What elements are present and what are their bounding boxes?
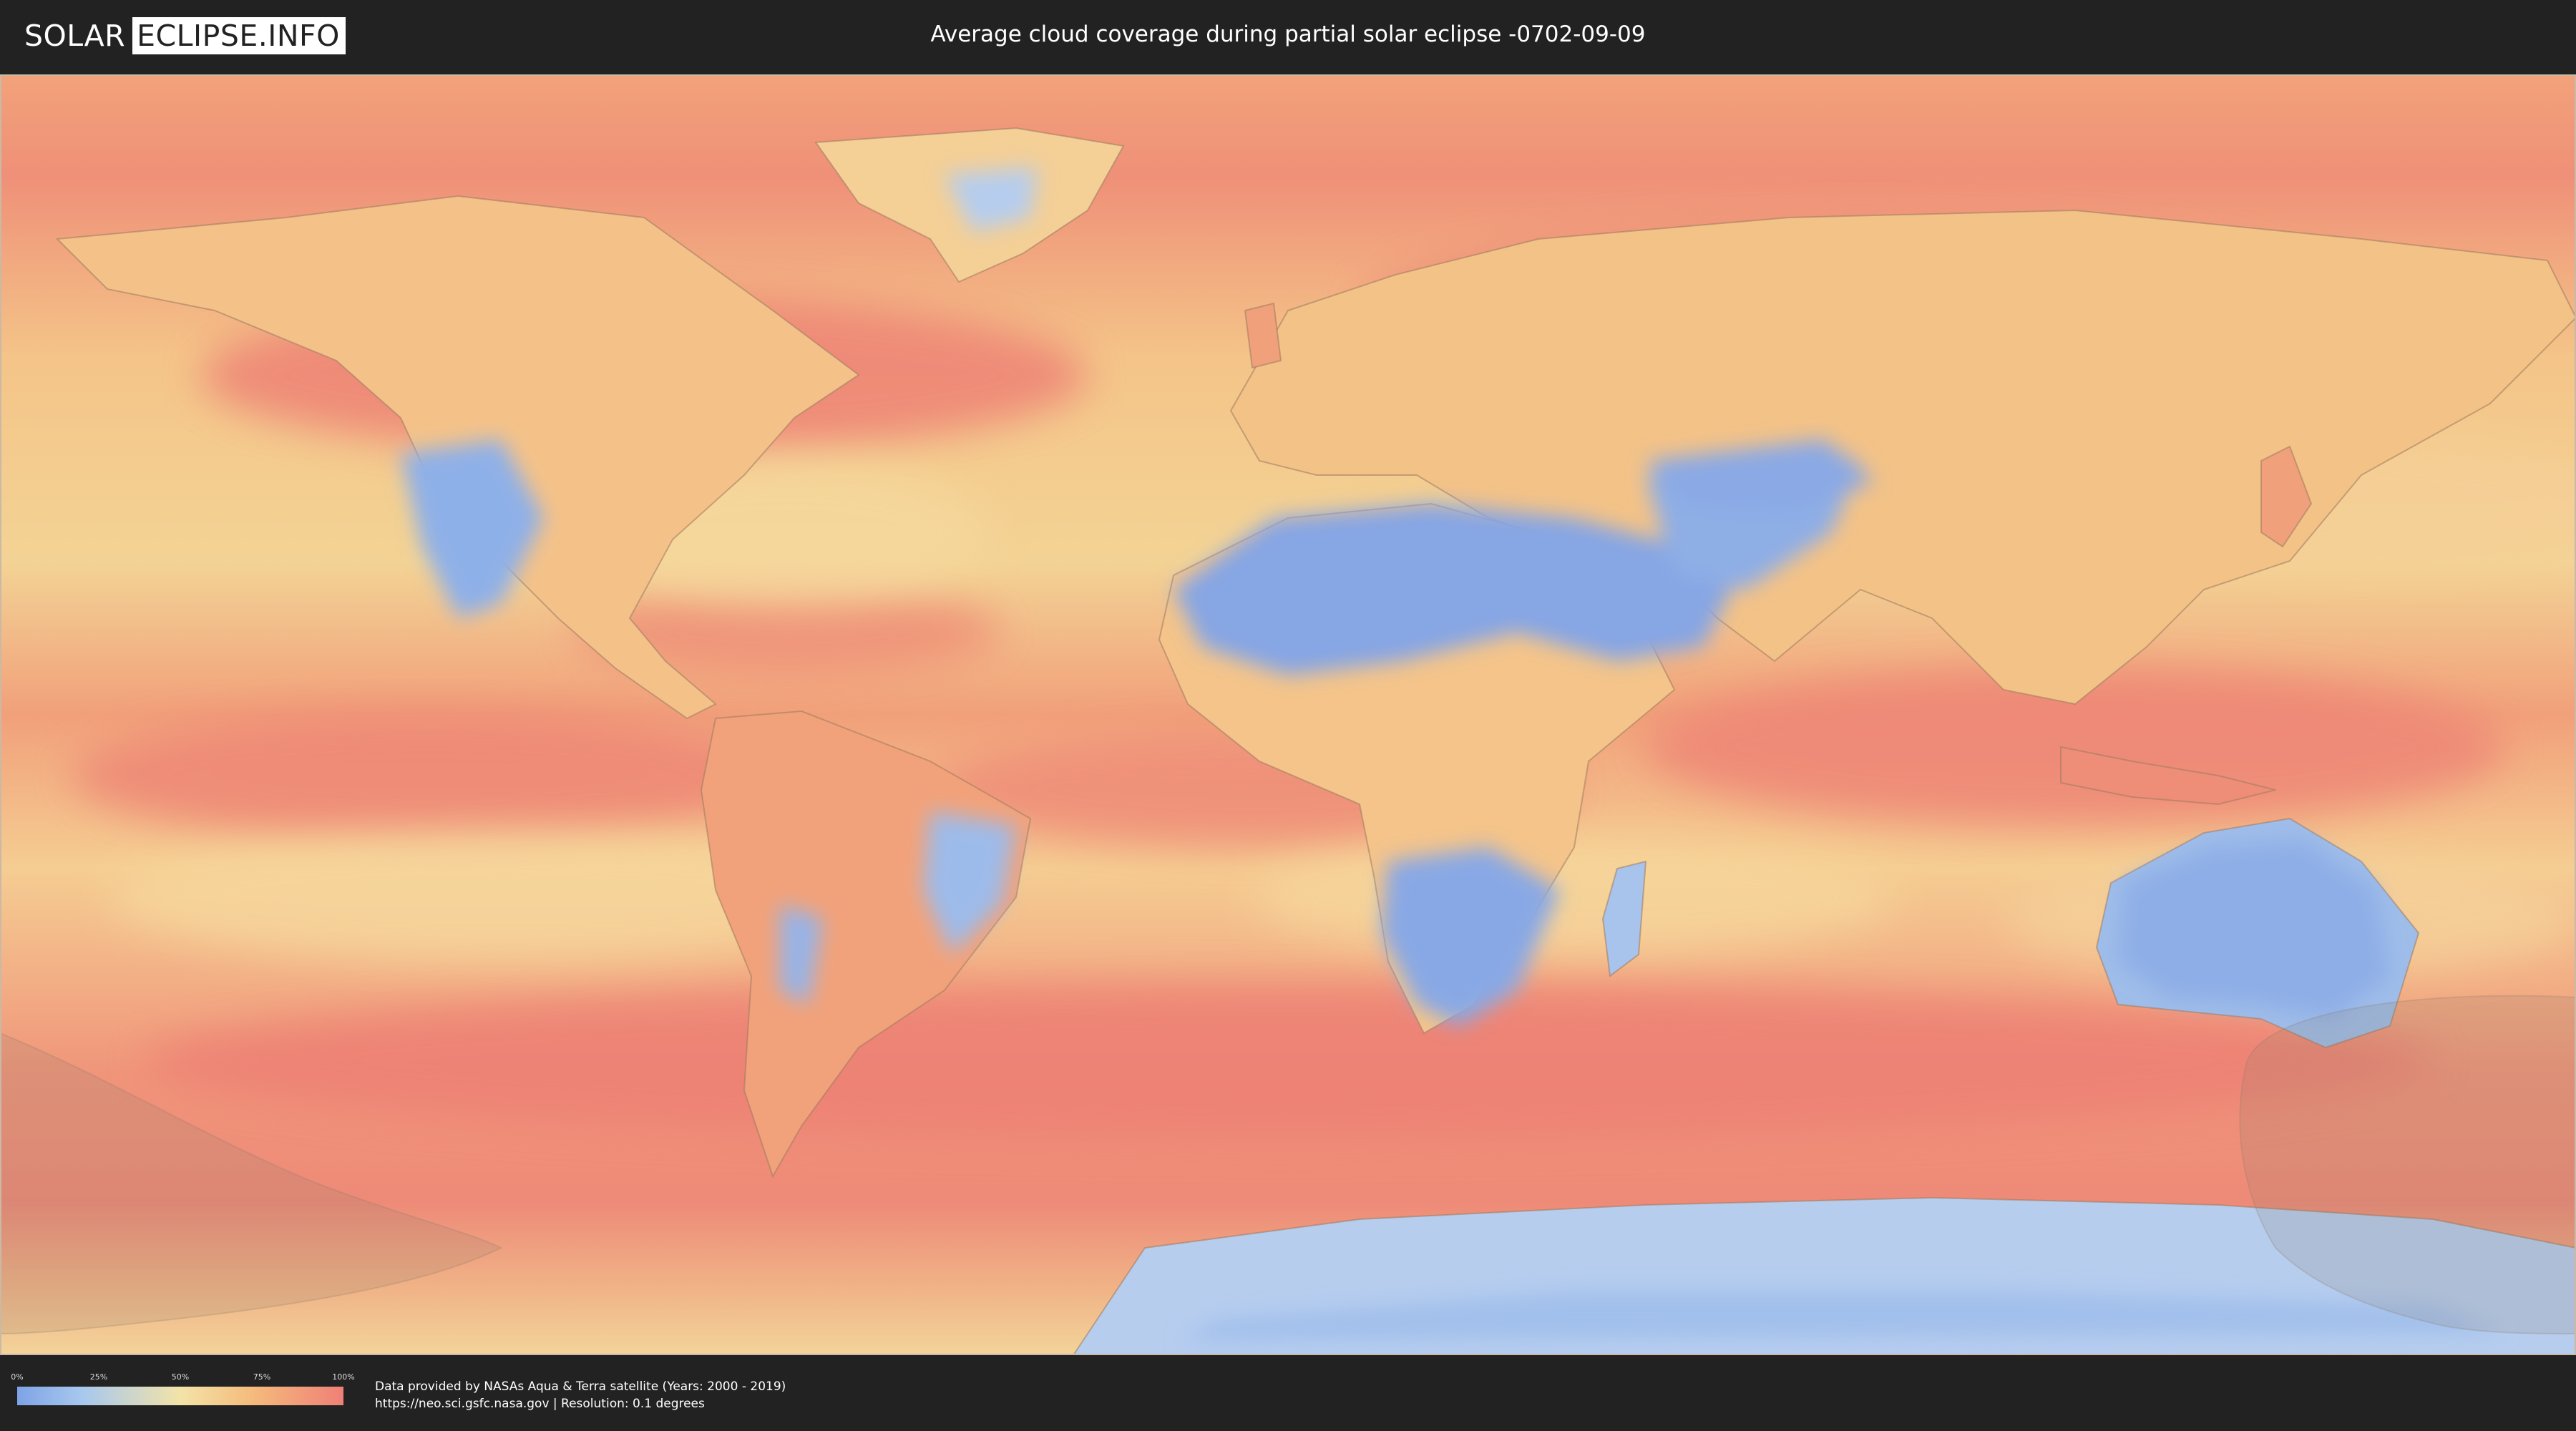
legend-tick: 75% [253, 1372, 271, 1382]
credit-source: Data provided by NASAs Aqua & Terra sate… [375, 1379, 786, 1394]
credit-link[interactable]: https://neo.sci.gsfc.nasa.gov | Resoluti… [375, 1395, 786, 1412]
map-svg [0, 74, 2576, 1355]
cloud-coverage-map [0, 74, 2576, 1355]
legend-color-bar [17, 1387, 343, 1405]
header: SOLAR ECLIPSE.INFO Average cloud coverag… [0, 0, 2576, 72]
cloud-coverage-legend: 0% 25% 50% 75% 100% [11, 1372, 355, 1408]
legend-tick: 25% [89, 1372, 108, 1382]
page: SOLAR ECLIPSE.INFO Average cloud coverag… [0, 0, 2576, 1431]
footer: 0% 25% 50% 75% 100% Data provided by NAS… [0, 1357, 2576, 1431]
british-isles [1244, 302, 1282, 369]
legend-tick: 50% [171, 1372, 190, 1382]
page-title: Average cloud coverage during partial so… [930, 21, 1646, 47]
legend-tick: 100% [332, 1372, 355, 1382]
data-credit: Data provided by NASAs Aqua & Terra sate… [375, 1378, 786, 1412]
legend-tick: 0% [11, 1372, 24, 1382]
